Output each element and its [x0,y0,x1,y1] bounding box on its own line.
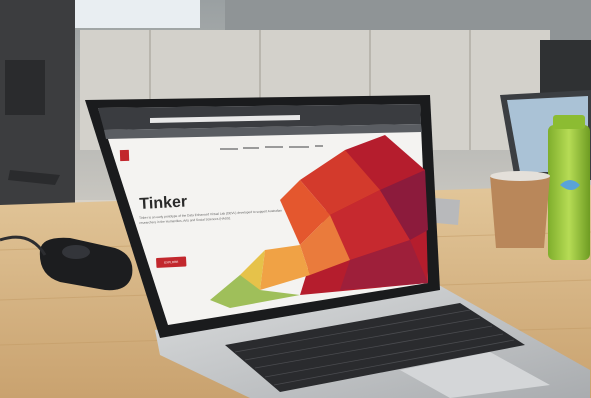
scene-svg [0,0,591,398]
background-screen [70,0,200,28]
mouse-highlight [62,245,90,259]
coffee-cup-rim [490,171,550,181]
water-bottle [548,125,590,260]
office-chair [5,60,45,115]
site-logo[interactable] [119,149,130,162]
coffee-cup [490,175,550,248]
explore-button[interactable]: EXPLORE [156,256,187,268]
page-title: Tinker [139,193,188,213]
photo-scene: Tinker Tinker is an early prototype of t… [0,0,591,398]
bottle-cap [553,115,585,129]
